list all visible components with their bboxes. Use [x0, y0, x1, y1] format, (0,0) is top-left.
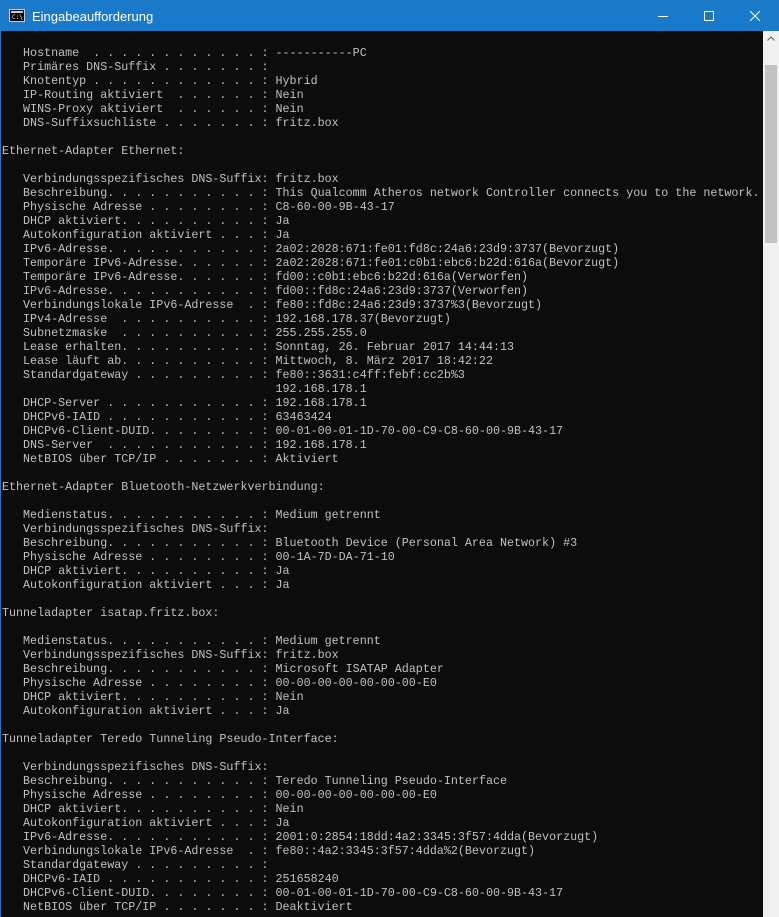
console-line: DHCP aktiviert. . . . . . . . . . : Ja: [2, 214, 290, 228]
console-line: Verbindungslokale IPv6-Adresse . : fe80:…: [2, 844, 536, 858]
console-line: Temporäre IPv6-Adresse. . . . . . : 2a02…: [2, 256, 620, 270]
console-line: Verbindungsspezifisches DNS-Suffix:: [2, 760, 276, 774]
console-line: Beschreibung. . . . . . . . . . . : Tere…: [2, 774, 507, 788]
console-line: NetBIOS über TCP/IP . . . . . . . : Akti…: [2, 452, 339, 466]
console-line: DHCPv6-IAID . . . . . . . . . . . : 2516…: [2, 872, 339, 886]
console-line: Hostname . . . . . . . . . . . . : ‐‐‐‐‐…: [2, 46, 367, 60]
console-line: DNS-Server . . . . . . . . . . . : 192.1…: [2, 438, 367, 452]
scroll-up-button[interactable]: [763, 31, 779, 47]
title-bar[interactable]: C:\ Eingabeaufforderung: [1, 1, 778, 31]
console-line: Autokonfiguration aktiviert . . . : Ja: [2, 578, 290, 592]
console-line: DHCPv6-Client-DUID. . . . . . . . : 00-0…: [2, 424, 564, 438]
window-title: Eingabeaufforderung: [32, 9, 154, 24]
console-line: Knotentyp . . . . . . . . . . . . : Hybr…: [2, 74, 318, 88]
close-icon: [750, 11, 760, 21]
console-line: DHCP-Server . . . . . . . . . . . : 192.…: [2, 396, 367, 410]
console-line: Medienstatus. . . . . . . . . . . : Medi…: [2, 508, 381, 522]
console-line: Temporäre IPv6-Adresse. . . . . . : fd00…: [2, 270, 529, 284]
console-line: Standardgateway . . . . . . . . . : fe80…: [2, 368, 465, 382]
console-line: IPv4-Adresse . . . . . . . . . . : 192.1…: [2, 312, 451, 326]
console-line: Physische Adresse . . . . . . . . : C8-6…: [2, 200, 395, 214]
chevron-up-icon: [767, 36, 775, 41]
close-button[interactable]: [732, 1, 778, 31]
console-line: Lease erhalten. . . . . . . . . . : Sonn…: [2, 340, 514, 354]
console-line: IP-Routing aktiviert . . . . . . : Nein: [2, 88, 304, 102]
console-line: Ethernet-Adapter Bluetooth-Netzwerkverbi…: [2, 480, 325, 494]
console-line: IPv6-Adresse. . . . . . . . . . . : 2001…: [2, 830, 599, 844]
svg-text:C:\: C:\: [12, 14, 23, 20]
console-line: DHCP aktiviert. . . . . . . . . . : Nein: [2, 690, 304, 704]
console-line: Medienstatus. . . . . . . . . . . : Medi…: [2, 634, 381, 648]
console-line: Autokonfiguration aktiviert . . . : Ja: [2, 704, 290, 718]
minimize-button[interactable]: [640, 1, 686, 31]
console-line: Autokonfiguration aktiviert . . . : Ja: [2, 228, 290, 242]
scrollbar-thumb[interactable]: [765, 65, 777, 243]
console-line: DHCP aktiviert. . . . . . . . . . : Ja: [2, 564, 290, 578]
console-line: Beschreibung. . . . . . . . . . . : Micr…: [2, 662, 444, 676]
console-line: Verbindungslokale IPv6-Adresse . : fe80:…: [2, 298, 543, 312]
console-line: Physische Adresse . . . . . . . . : 00-0…: [2, 676, 437, 690]
console-line: DHCPv6-IAID . . . . . . . . . . . : 6346…: [2, 410, 332, 424]
cmd-window: C:\ Eingabeaufforderung Hostname . . . .…: [0, 0, 779, 917]
console-line: 192.168.178.1: [2, 382, 367, 396]
console-output[interactable]: Hostname . . . . . . . . . . . . : ‐‐‐‐‐…: [1, 31, 763, 917]
console-line: Primäres DNS-Suffix . . . . . . . :: [2, 60, 276, 74]
console-line: Verbindungsspezifisches DNS-Suffix:: [2, 522, 276, 536]
console-line: DNS-Suffixsuchliste . . . . . . . : frit…: [2, 116, 339, 130]
console-line: DHCPv6-Client-DUID. . . . . . . . : 00-0…: [2, 886, 564, 900]
console-line: Physische Adresse . . . . . . . . : 00-1…: [2, 550, 395, 564]
console-line: Verbindungsspezifisches DNS-Suffix: frit…: [2, 648, 339, 662]
console-line: Tunneladapter Teredo Tunneling Pseudo-In…: [2, 732, 339, 746]
console-line: Standardgateway . . . . . . . . . :: [2, 858, 276, 872]
cmd-icon[interactable]: C:\: [9, 9, 25, 22]
console-line: Beschreibung. . . . . . . . . . . : Blue…: [2, 536, 578, 550]
console-line: Tunneladapter isatap.fritz.box:: [2, 606, 220, 620]
console-line: DHCP aktiviert. . . . . . . . . . : Nein: [2, 802, 304, 816]
maximize-button[interactable]: [686, 1, 732, 31]
console-line: Autokonfiguration aktiviert . . . : Ja: [2, 816, 290, 830]
minimize-icon: [658, 16, 668, 17]
console-line: WINS-Proxy aktiviert . . . . . . : Nein: [2, 102, 304, 116]
maximize-icon: [704, 11, 714, 21]
console-line: IPv6-Adresse. . . . . . . . . . . : 2a02…: [2, 242, 620, 256]
console-line: Ethernet-Adapter Ethernet:: [2, 144, 185, 158]
console-line: Beschreibung. . . . . . . . . . . : This…: [2, 186, 760, 200]
console-line: Lease läuft ab. . . . . . . . . . : Mitt…: [2, 354, 493, 368]
console-line: NetBIOS über TCP/IP . . . . . . . : Deak…: [2, 900, 353, 914]
console-line: IPv6-Adresse. . . . . . . . . . . : fd00…: [2, 284, 529, 298]
console-line: Verbindungsspezifisches DNS-Suffix: frit…: [2, 172, 339, 186]
vertical-scrollbar[interactable]: [763, 31, 779, 917]
console-line: Subnetzmaske . . . . . . . . . . : 255.2…: [2, 326, 367, 340]
console-text: Hostname . . . . . . . . . . . . : ‐‐‐‐‐…: [2, 46, 759, 914]
console-line: Physische Adresse . . . . . . . . : 00-0…: [2, 788, 437, 802]
